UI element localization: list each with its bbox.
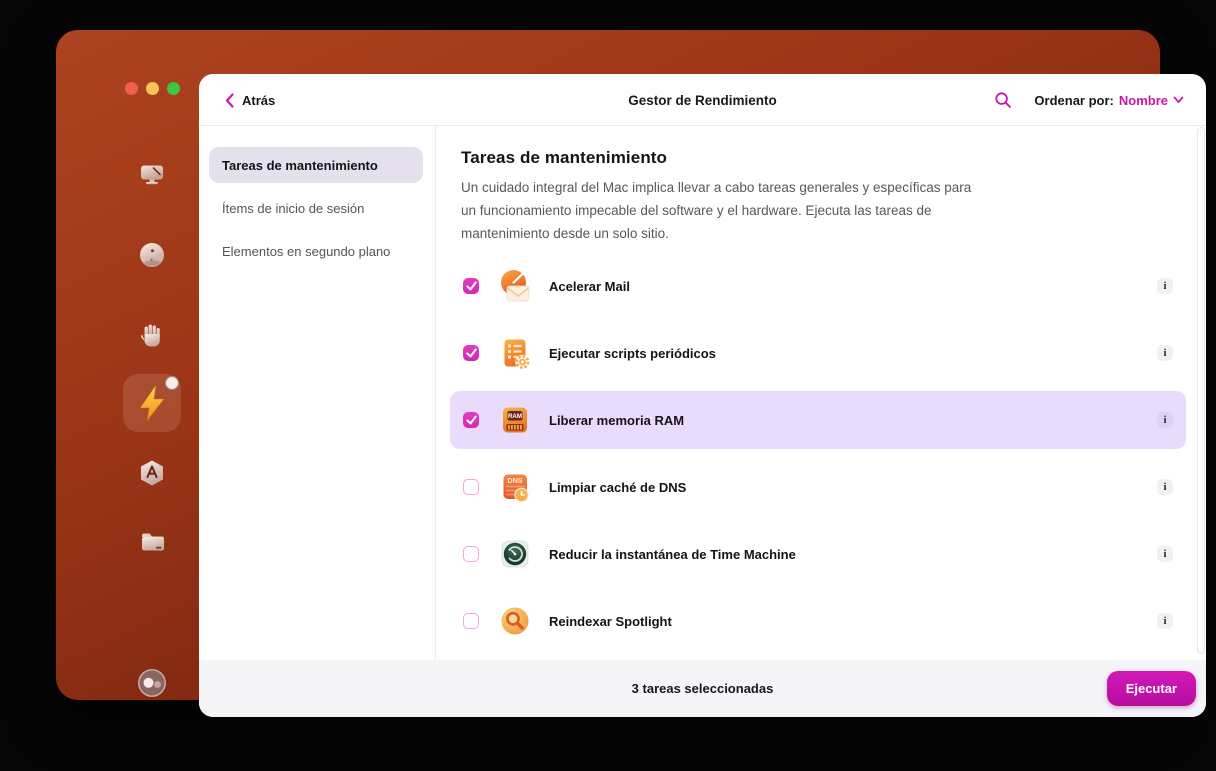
notification-dot	[164, 375, 180, 391]
sidebar-item-speed[interactable]	[123, 374, 181, 432]
selection-status: 3 tareas seleccionadas	[631, 681, 774, 696]
nav-item-label: Tareas de mantenimiento	[222, 157, 378, 173]
protection-sphere-icon	[140, 243, 164, 267]
svg-text:DNS: DNS	[507, 476, 522, 485]
content-description: Un cuidado integral del Mac implica llev…	[461, 180, 972, 241]
spotlight-icon	[501, 607, 529, 635]
zoom-button[interactable]	[167, 82, 180, 95]
task-label: Reindexar Spotlight	[549, 613, 672, 629]
nav-item-background-items[interactable]: Elementos en segundo plano	[209, 233, 423, 269]
assistant-icon	[138, 669, 166, 697]
run-button[interactable]: Ejecutar	[1106, 671, 1196, 706]
sidebar-item-files[interactable]	[137, 527, 167, 557]
task-label: Acelerar Mail	[549, 278, 630, 294]
check-icon	[465, 415, 477, 425]
nav-item-login-items[interactable]: Ítems de inicio de sesión	[209, 190, 423, 226]
sidebar-item-cleanup[interactable]	[137, 159, 167, 189]
task-checkbox[interactable]	[463, 613, 479, 629]
task-row-periodic-scripts: Ejecutar scripts periódicos i	[450, 324, 1186, 382]
chevron-down-icon	[1173, 96, 1184, 103]
header-actions: Ordenar por: Nombre	[994, 74, 1184, 126]
task-checkbox[interactable]	[463, 278, 479, 294]
panel-body: Tareas de mantenimiento Ítems de inicio …	[199, 126, 1206, 660]
desktop-background: Atrás Gestor de Rendimiento Ordenar por:…	[0, 0, 1216, 771]
task-checkbox[interactable]	[463, 412, 479, 428]
app-window: Atrás Gestor de Rendimiento Ordenar por:…	[56, 30, 1206, 717]
task-label: Reducir la instantánea de Time Machine	[549, 546, 796, 562]
task-label: Ejecutar scripts periódicos	[549, 345, 716, 361]
panel-header: Atrás Gestor de Rendimiento Ordenar por:…	[199, 74, 1206, 126]
info-button[interactable]: i	[1157, 613, 1173, 629]
nav-item-label: Elementos en segundo plano	[222, 243, 391, 259]
info-button[interactable]: i	[1157, 546, 1173, 562]
sort-label: Ordenar por:	[1034, 92, 1114, 108]
files-folder-icon	[142, 533, 164, 551]
back-label: Atrás	[242, 92, 276, 108]
task-row-time-machine: Reducir la instantánea de Time Machine i	[450, 525, 1186, 583]
task-row-accelerate-mail: Acelerar Mail i	[450, 257, 1186, 315]
check-icon	[465, 281, 477, 291]
chevron-left-icon	[225, 92, 234, 108]
task-label: Liberar memoria RAM	[549, 412, 685, 428]
task-row-spotlight: Reindexar Spotlight i	[450, 592, 1186, 650]
content-heading: Tareas de mantenimiento	[461, 148, 668, 167]
time-machine-icon	[501, 540, 529, 568]
privacy-hand-icon	[141, 324, 160, 347]
task-checkbox[interactable]	[463, 479, 479, 495]
icon-sidebar	[112, 60, 199, 730]
mail-speed-icon	[501, 270, 530, 302]
sort-value: Nombre	[1118, 92, 1168, 108]
sidebar-item-assistant[interactable]	[137, 668, 167, 698]
sort-dropdown[interactable]: Ordenar por: Nombre	[1034, 93, 1184, 108]
task-list: Acelerar Mail i Ejecutar scripts periódi…	[450, 257, 1206, 650]
section-nav: Tareas de mantenimiento Ítems de inicio …	[199, 126, 436, 660]
svg-text:RAM: RAM	[508, 413, 522, 420]
scrollbar-thumb[interactable]	[1197, 127, 1205, 654]
content-pane: Tareas de mantenimiento Un cuidado integ…	[436, 126, 1206, 660]
sidebar-item-privacy[interactable]	[137, 320, 167, 350]
back-button[interactable]: Atrás	[225, 74, 275, 126]
sidebar-item-protection[interactable]	[137, 240, 167, 270]
applications-hexagon-icon	[141, 460, 163, 486]
nav-item-maintenance-tasks[interactable]: Tareas de mantenimiento	[209, 147, 423, 183]
task-checkbox[interactable]	[463, 345, 479, 361]
cleanup-monitor-icon	[141, 165, 163, 185]
search-button[interactable]	[994, 91, 1012, 109]
panel-footer: 3 tareas seleccionadas Ejecutar	[199, 660, 1206, 717]
task-row-dns-cache: DNS Limpiar caché de DNS i	[450, 458, 1186, 516]
info-button[interactable]: i	[1157, 412, 1173, 428]
info-button[interactable]: i	[1157, 278, 1173, 294]
info-button[interactable]: i	[1157, 479, 1173, 495]
periodic-scripts-icon	[504, 339, 530, 370]
info-button[interactable]: i	[1157, 345, 1173, 361]
traffic-lights	[125, 82, 180, 95]
dns-cache-icon: DNS	[503, 474, 529, 503]
task-row-free-ram[interactable]: RAM Liberar memoria RAM i	[450, 391, 1186, 449]
ram-icon: RAM	[503, 407, 527, 433]
check-icon	[465, 348, 477, 358]
speed-bolt-icon	[139, 375, 180, 422]
nav-item-label: Ítems de inicio de sesión	[222, 200, 365, 216]
sidebar-item-applications[interactable]	[137, 458, 167, 488]
task-label: Limpiar caché de DNS	[549, 479, 687, 495]
minimize-button[interactable]	[146, 82, 159, 95]
main-panel: Atrás Gestor de Rendimiento Ordenar por:…	[199, 74, 1206, 717]
close-button[interactable]	[125, 82, 138, 95]
task-checkbox[interactable]	[463, 546, 479, 562]
search-icon	[995, 92, 1012, 108]
